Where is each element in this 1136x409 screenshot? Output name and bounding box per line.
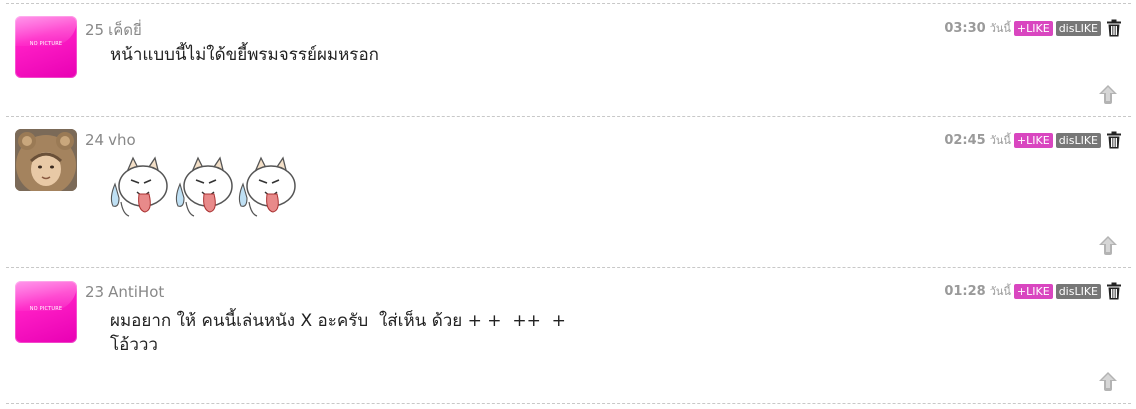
reply-arrow-icon[interactable] (1097, 234, 1119, 256)
avatar[interactable]: NO PICTURE (15, 281, 77, 343)
no-picture-label: NO PICTURE (29, 41, 63, 47)
trash-icon[interactable] (1106, 131, 1122, 149)
comment-meta: 01:28 วันนี้ +LIKE disLIKE (944, 281, 1122, 301)
cat-tongue-emoticon (175, 156, 233, 217)
comment-day: วันนี้ (989, 134, 1011, 147)
comment-day: วันนี้ (989, 285, 1011, 298)
trash-icon[interactable] (1106, 282, 1122, 300)
cat-tongue-emoticon (110, 156, 168, 217)
comment-number: 23 (85, 283, 105, 301)
sticker-row (107, 154, 302, 218)
comment-text: ผมอยาก ให้ คนนี้เล่นหนัง X อะครับ ใส่เห็… (110, 311, 566, 331)
reply-arrow-icon[interactable] (1097, 83, 1119, 105)
user-photo (15, 129, 77, 191)
trash-icon[interactable] (1106, 19, 1122, 37)
comment-header: 23 AntiHot (85, 283, 164, 301)
comment-header: 25 เค็ดยี่ (85, 18, 142, 42)
comment-day: วันนี้ (989, 22, 1011, 35)
comment-text-line2: โอ้ววว (110, 335, 158, 355)
separator (6, 267, 1131, 268)
comment-author[interactable]: vho (108, 131, 136, 149)
dislike-button[interactable]: disLIKE (1055, 283, 1101, 299)
separator (6, 403, 1131, 404)
comment-author[interactable]: เค็ดยี่ (108, 21, 142, 39)
cat-tongue-emoticon (238, 156, 296, 217)
dislike-button[interactable]: disLIKE (1055, 20, 1101, 36)
comment-number: 24 (85, 131, 105, 149)
like-button[interactable]: +LIKE (1013, 283, 1053, 299)
comment-meta: 02:45 วันนี้ +LIKE disLIKE (944, 130, 1122, 150)
like-button[interactable]: +LIKE (1013, 20, 1053, 36)
comment-author[interactable]: AntiHot (108, 283, 164, 301)
comment-text: หน้าแบบนี้ไม่ใด้ขยี้พรมจรรย์ผมหรอก (110, 45, 379, 65)
comment-meta: 03:30 วันนี้ +LIKE disLIKE (944, 18, 1122, 38)
separator (6, 3, 1131, 4)
like-button[interactable]: +LIKE (1013, 132, 1053, 148)
comment-time: 02:45 (944, 132, 986, 148)
reply-arrow-icon[interactable] (1097, 370, 1119, 392)
avatar[interactable] (15, 129, 77, 191)
separator (6, 116, 1131, 117)
comment-time: 03:30 (944, 20, 986, 36)
avatar[interactable]: NO PICTURE (15, 16, 77, 78)
dislike-button[interactable]: disLIKE (1055, 132, 1101, 148)
comment-number: 25 (85, 21, 105, 39)
comment-time: 01:28 (944, 283, 986, 299)
no-picture-label: NO PICTURE (29, 306, 63, 312)
comment-header: 24 vho (85, 131, 136, 149)
